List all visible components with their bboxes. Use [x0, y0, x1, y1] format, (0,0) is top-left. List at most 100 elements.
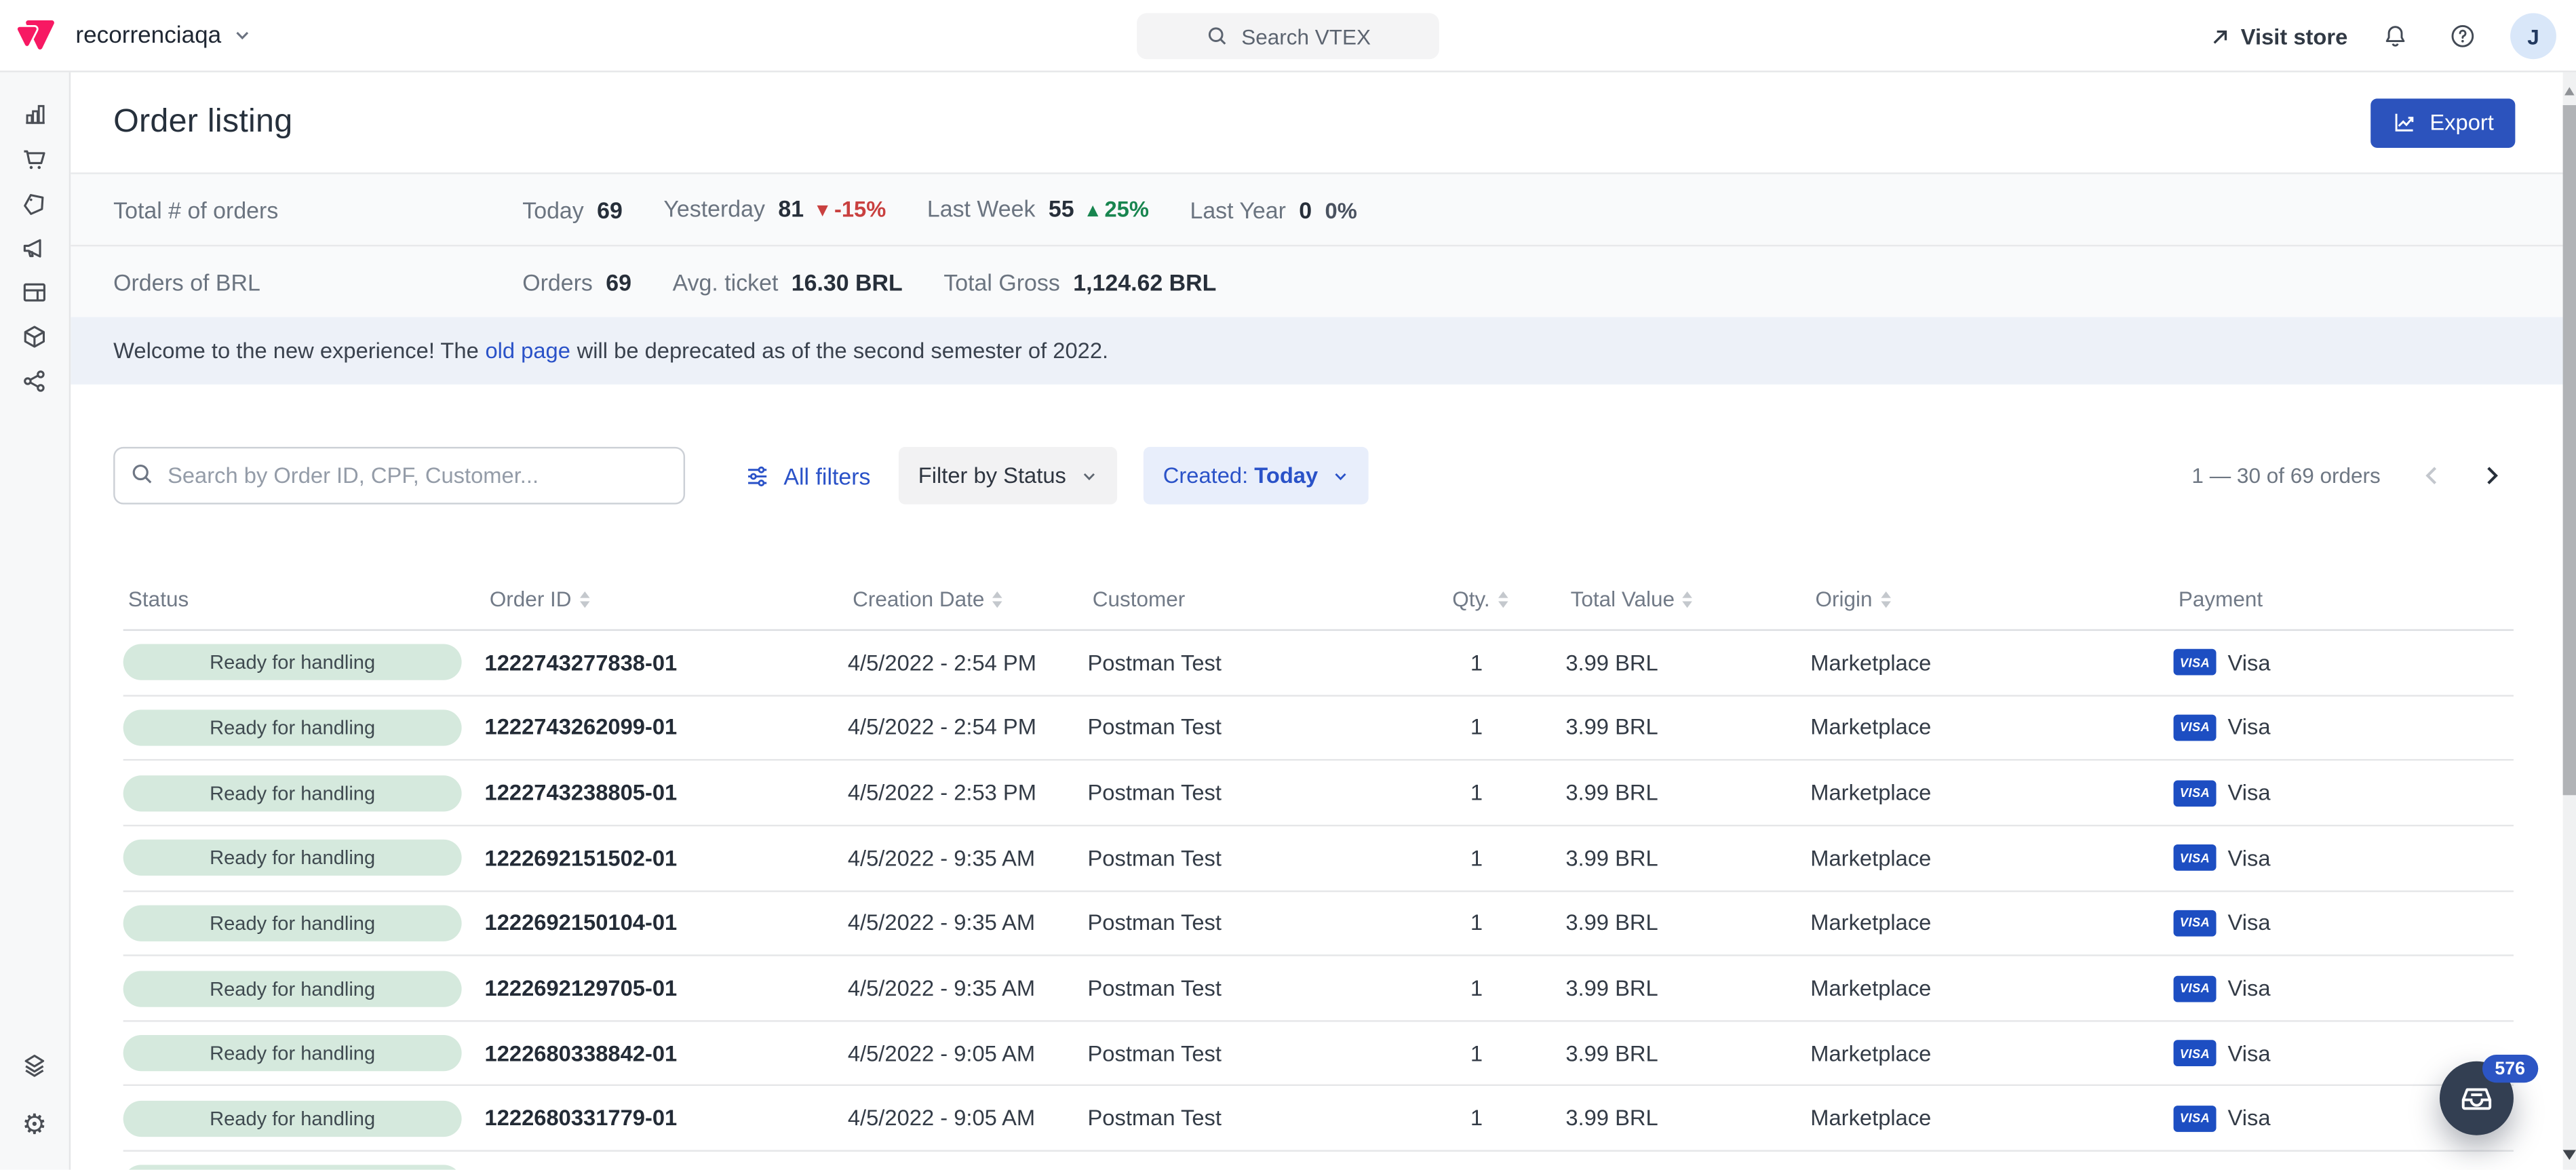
- stats-row: Total # of ordersToday69Yesterday81▾ -15…: [71, 174, 2576, 245]
- page-scrollbar[interactable]: [2563, 73, 2576, 1170]
- status-badge: Ready for handling: [123, 905, 462, 941]
- chart-line-icon: [2392, 110, 2417, 134]
- payment-label: Visa: [2227, 716, 2270, 740]
- status-cell: Ready for handling: [123, 1100, 485, 1136]
- order-search-input[interactable]: [113, 447, 685, 505]
- scroll-down-arrow[interactable]: [2563, 1150, 2576, 1161]
- page-title: Order listing: [113, 104, 292, 142]
- old-page-link[interactable]: old page: [485, 338, 570, 363]
- status-badge: Ready for handling: [123, 709, 462, 745]
- sort-arrows-icon: [1683, 591, 1693, 607]
- table-row[interactable]: Ready for handling: [123, 1152, 2514, 1169]
- search-icon: [1205, 24, 1228, 47]
- visit-store-button[interactable]: Visit store: [2210, 24, 2348, 48]
- sidebar-item-orders[interactable]: [7, 136, 62, 180]
- total-value-cell: 3.99 BRL: [1565, 716, 1810, 740]
- column-header-qty[interactable]: Qty.: [1447, 587, 1565, 611]
- origin-cell: Marketplace: [1810, 781, 2173, 805]
- banner-text-pre: Welcome to the new experience! The: [113, 338, 479, 363]
- sidebar-item-analytics[interactable]: [7, 92, 62, 136]
- visa-card-icon: VISA: [2174, 715, 2217, 741]
- metric-delta: ▾ -15%: [817, 197, 886, 224]
- sidebar-item-apps[interactable]: [7, 1043, 62, 1087]
- metric-delta: 0%: [1325, 198, 1357, 222]
- total-value-cell: 3.99 BRL: [1565, 650, 1810, 675]
- account-name: recorrenciaqa: [75, 22, 221, 49]
- scrollbar-thumb[interactable]: [2563, 105, 2576, 795]
- column-header-status: Status: [123, 587, 485, 611]
- status-badge: Ready for handling: [123, 970, 462, 1006]
- vtex-logo-icon[interactable]: [15, 16, 56, 54]
- status-cell: Ready for handling: [123, 709, 485, 745]
- scroll-up-arrow[interactable]: [2564, 87, 2575, 95]
- notifications-button[interactable]: [2375, 16, 2415, 56]
- stats-metric: Avg. ticket16.30 BRL: [673, 269, 903, 295]
- layout-icon: [20, 277, 50, 307]
- table-row[interactable]: Ready for handling1222680338842-014/5/20…: [123, 1021, 2514, 1087]
- status-cell: Ready for handling: [123, 775, 485, 811]
- customer-cell: Postman Test: [1087, 1106, 1447, 1131]
- search-icon: [130, 462, 154, 494]
- sidebar-item-integrations[interactable]: [7, 358, 62, 402]
- column-header-label: Payment: [2179, 587, 2263, 611]
- all-filters-button[interactable]: All filters: [744, 463, 870, 489]
- column-header-order-id[interactable]: Order ID: [485, 587, 848, 611]
- topbar-actions: Visit store J: [2210, 0, 2556, 73]
- payment-cell: VISAVisa: [2174, 650, 2514, 676]
- status-cell: Ready for handling: [123, 905, 485, 941]
- status-cell: Ready for handling: [123, 970, 485, 1006]
- metric-label: Orders: [522, 269, 593, 295]
- total-value-cell: 3.99 BRL: [1565, 781, 1810, 805]
- sidebar-item-marketing[interactable]: [7, 225, 62, 269]
- column-header-total-value[interactable]: Total Value: [1565, 587, 1810, 611]
- table-row[interactable]: Ready for handling1222743277838-014/5/20…: [123, 631, 2514, 696]
- customer-cell: Postman Test: [1087, 781, 1447, 805]
- column-header-creation-date[interactable]: Creation Date: [848, 587, 1088, 611]
- qty-cell: 1: [1447, 976, 1565, 1000]
- table-row[interactable]: Ready for handling1222692151502-014/5/20…: [123, 826, 2514, 891]
- payment-cell: VISAVisa: [2174, 845, 2514, 872]
- metric-label: Last Year: [1190, 196, 1285, 222]
- filter-by-status-dropdown[interactable]: Filter by Status: [899, 447, 1117, 505]
- payment-label: Visa: [2227, 846, 2270, 870]
- table-row[interactable]: Ready for handling1222743238805-014/5/20…: [123, 761, 2514, 826]
- next-page-button[interactable]: [2479, 463, 2503, 488]
- sidebar-item-promotions[interactable]: [7, 180, 62, 225]
- user-avatar[interactable]: J: [2510, 13, 2556, 59]
- previous-page-button[interactable]: [2420, 463, 2444, 488]
- bar-chart-icon: [20, 100, 48, 128]
- sidebar-item-products[interactable]: [7, 314, 62, 358]
- help-button[interactable]: [2443, 16, 2482, 56]
- table-row[interactable]: Ready for handling1222680331779-014/5/20…: [123, 1087, 2514, 1152]
- gear-icon: ⚙: [22, 1110, 47, 1138]
- sort-arrows-icon: [580, 591, 590, 607]
- avatar-initial: J: [2527, 24, 2539, 48]
- sidebar-item-storefront[interactable]: [7, 269, 62, 313]
- column-header-origin[interactable]: Origin: [1810, 587, 2173, 611]
- column-header-label: Customer: [1093, 587, 1186, 611]
- activity-inbox-fab[interactable]: 576: [2440, 1061, 2514, 1135]
- layers-icon: [20, 1051, 50, 1080]
- column-header-label: Creation Date: [853, 587, 984, 611]
- origin-cell: Marketplace: [1810, 911, 2173, 935]
- account-switcher[interactable]: recorrenciaqa: [75, 22, 250, 49]
- sidebar-item-settings[interactable]: ⚙: [7, 1102, 62, 1146]
- table-row[interactable]: Ready for handling1222692150104-014/5/20…: [123, 891, 2514, 956]
- order-id-cell: 1222680331779-01: [485, 1106, 848, 1131]
- metric-label: Today: [522, 196, 583, 222]
- table-row[interactable]: Ready for handling1222692129705-014/5/20…: [123, 956, 2514, 1021]
- visa-card-icon: VISA: [2174, 975, 2217, 1002]
- global-search-button[interactable]: Search VTEX: [1137, 13, 1439, 59]
- orders-table: StatusOrder IDCreation Date Customer Qty.T…: [123, 568, 2514, 1170]
- created-filter-dropdown[interactable]: Created: Today: [1144, 447, 1369, 505]
- fab-count-badge: 576: [2482, 1055, 2538, 1083]
- order-search: [113, 447, 685, 505]
- topbar: recorrenciaqa Search VTEX Visit store: [0, 0, 2576, 73]
- table-row[interactable]: Ready for handling1222743262099-014/5/20…: [123, 696, 2514, 761]
- qty-cell: 1: [1447, 650, 1565, 675]
- visa-card-icon: VISA: [2174, 1040, 2217, 1067]
- metric-value: 55: [1049, 195, 1074, 222]
- column-header-label: Total Value: [1571, 587, 1675, 611]
- export-button[interactable]: Export: [2370, 98, 2515, 147]
- stats-summary: Total # of ordersToday69Yesterday81▾ -15…: [71, 172, 2576, 317]
